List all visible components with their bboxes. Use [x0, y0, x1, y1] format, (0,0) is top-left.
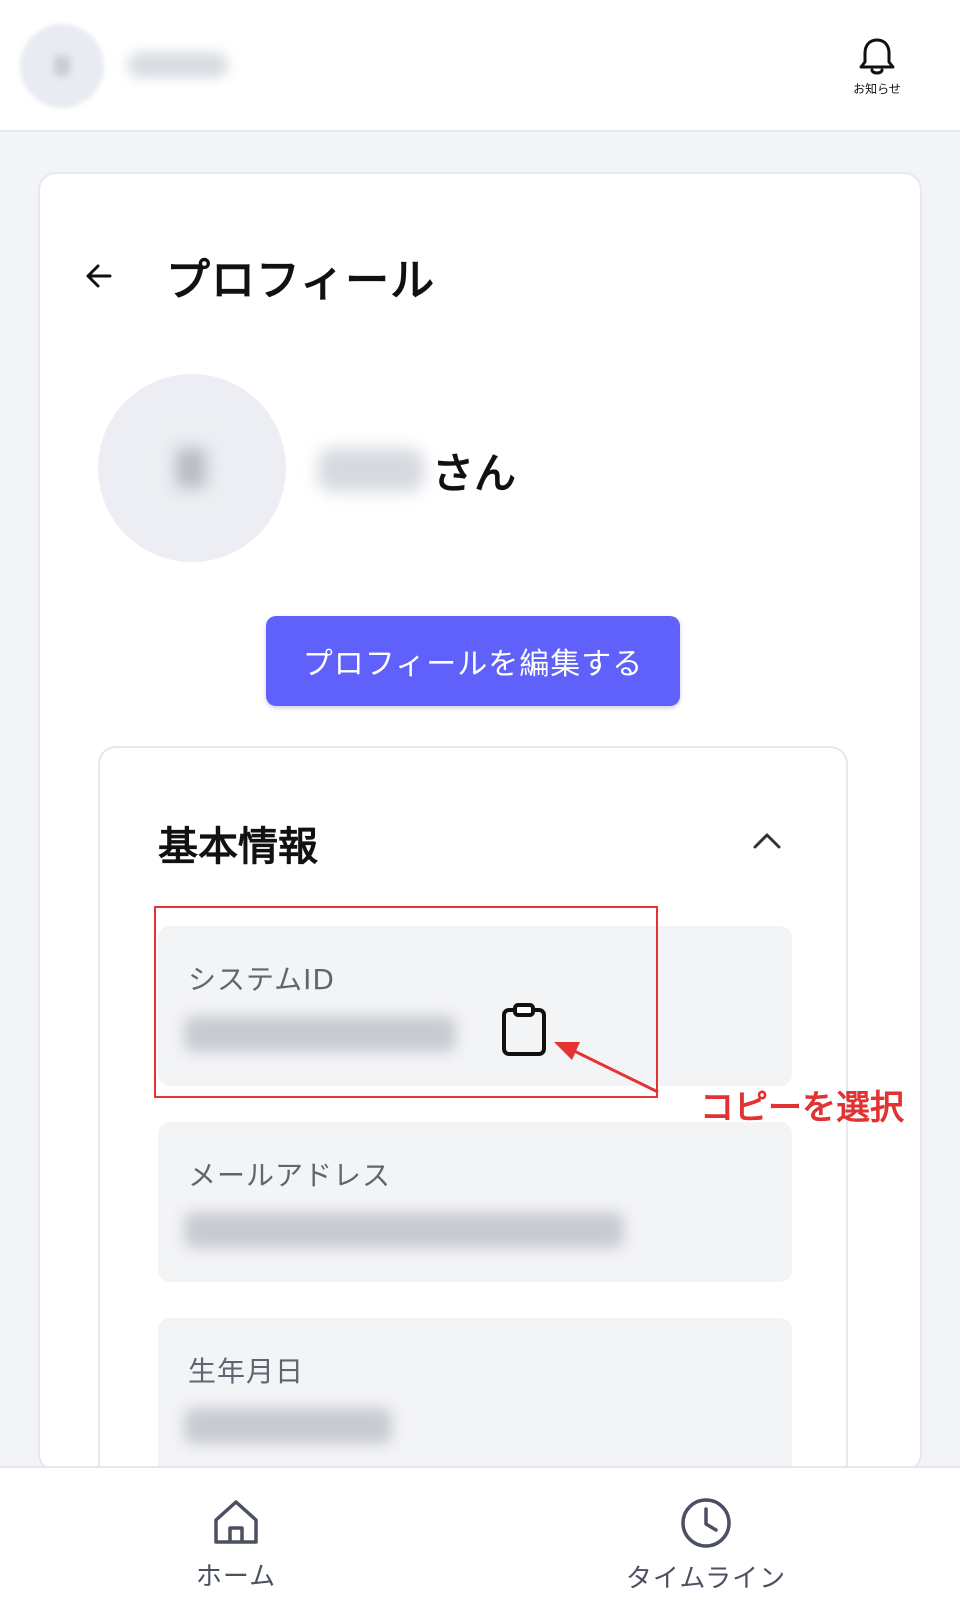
email-value-redacted: [184, 1212, 624, 1248]
edit-profile-button[interactable]: プロフィールを編集する: [266, 616, 680, 706]
page-title: プロフィール: [166, 255, 436, 306]
birthdate-field: 生年月日: [158, 1318, 792, 1478]
field-label: 生年月日: [188, 1355, 305, 1388]
nav-item-home[interactable]: ホーム: [136, 1496, 336, 1593]
bell-icon: [842, 36, 912, 78]
home-icon: [136, 1496, 336, 1548]
basic-info-section: 基本情報 システムID メールアドレス 生年月日: [98, 746, 848, 1546]
name-redacted: [318, 448, 424, 492]
notifications-button[interactable]: お知らせ: [842, 36, 912, 100]
bottom-nav: ホーム タイムライン: [0, 1466, 960, 1600]
birthdate-value-redacted: [184, 1408, 392, 1444]
nav-label: ホーム: [195, 1562, 277, 1592]
nav-label: タイムライン: [625, 1564, 787, 1594]
user-avatar[interactable]: [20, 24, 104, 108]
chevron-up-icon[interactable]: [750, 824, 784, 858]
name-suffix: さん: [432, 448, 517, 498]
profile-card: プロフィール さん プロフィールを編集する 基本情報 システムID メールアドレ…: [38, 172, 922, 1546]
email-field: メールアドレス: [158, 1122, 792, 1282]
profile-avatar: [98, 374, 286, 562]
profile-name: さん: [318, 440, 516, 500]
field-label: メールアドレス: [188, 1159, 392, 1192]
back-arrow-icon[interactable]: [80, 256, 120, 296]
user-name-redacted: [128, 52, 228, 78]
clock-icon: [606, 1496, 806, 1550]
notifications-label: お知らせ: [853, 82, 901, 96]
section-title: 基本情報: [158, 824, 318, 870]
app-header: お知らせ: [0, 0, 960, 132]
annotation-arrow-icon: [540, 1030, 680, 1100]
annotation-text: コピーを選択: [700, 1088, 904, 1128]
nav-item-timeline[interactable]: タイムライン: [606, 1496, 806, 1595]
